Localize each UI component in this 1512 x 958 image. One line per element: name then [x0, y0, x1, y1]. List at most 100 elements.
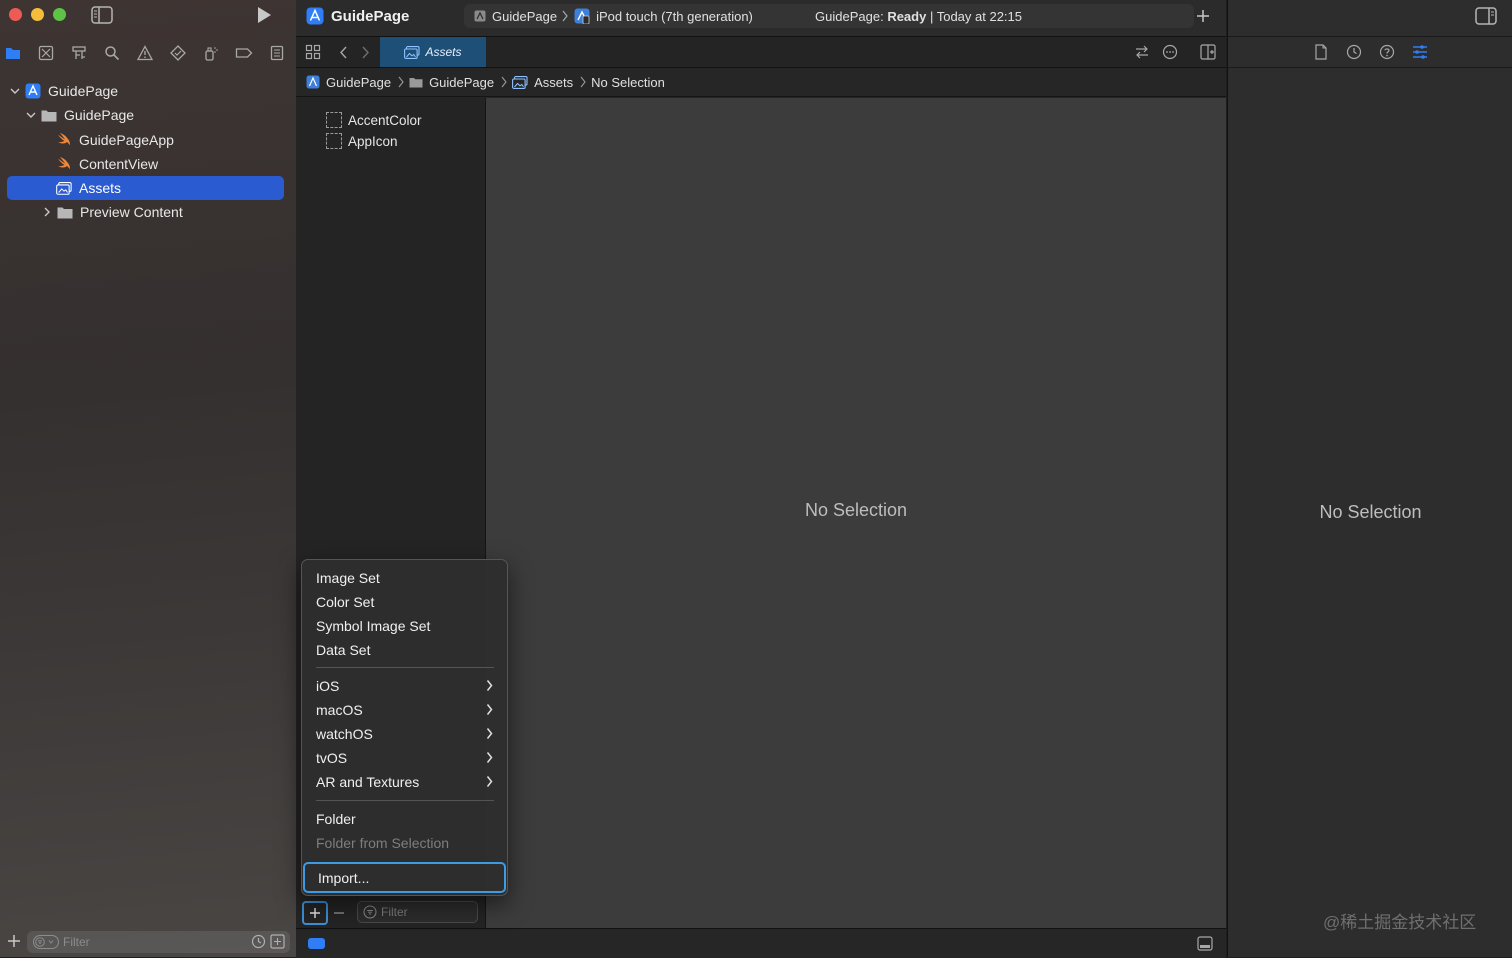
close-window-button[interactable]	[9, 8, 22, 21]
enable-code-review-button[interactable]	[1134, 45, 1150, 59]
breadcrumb-label: GuidePage	[429, 74, 495, 90]
go-back-button[interactable]	[339, 46, 348, 59]
asset-item[interactable]: AccentColor	[326, 110, 422, 130]
asset-label: AppIcon	[348, 133, 398, 149]
source-control-icon	[38, 45, 54, 61]
grid-icon	[305, 44, 321, 60]
window-title: GuidePage	[331, 8, 410, 25]
tree-item-project[interactable]: GuidePage	[9, 79, 118, 103]
asset-detail-pane: No Selection	[486, 98, 1226, 928]
tree-item-file[interactable]: GuidePageApp	[56, 128, 174, 152]
report-navigator-tab[interactable]	[267, 43, 287, 63]
menu-item-data-set[interactable]: Data Set	[302, 638, 507, 662]
asset-filter-field[interactable]: Filter	[357, 901, 478, 923]
menu-item-label: Folder from Selection	[316, 835, 450, 851]
menu-item-ar-and-textures[interactable]: AR and Textures	[302, 770, 507, 794]
menu-item-label: Import...	[318, 869, 370, 886]
document-icon	[1315, 44, 1327, 60]
menu-item-color-set[interactable]: Color Set	[302, 590, 507, 614]
menu-item-folder-from-selection: Folder from Selection	[302, 831, 507, 855]
tree-item-label: GuidePage	[64, 107, 135, 123]
chevron-right-icon	[580, 76, 586, 88]
breadcrumb-item-assets[interactable]: Assets	[512, 75, 573, 90]
split-editor-button[interactable]	[1200, 44, 1216, 60]
editor-options-button[interactable]	[1162, 44, 1178, 60]
asset-item[interactable]: AppIcon	[326, 131, 398, 151]
plus-icon	[8, 935, 20, 947]
menu-item-image-set[interactable]: Image Set	[302, 566, 507, 590]
tree-item-assets[interactable]: Assets	[56, 176, 121, 200]
remove-asset-button[interactable]	[333, 912, 345, 914]
menu-item-macos[interactable]: macOS	[302, 698, 507, 722]
run-destination-selector[interactable]: iPod touch (7th generation)	[596, 9, 753, 24]
tree-item-label: GuidePageApp	[79, 132, 174, 148]
chevron-right-icon[interactable]	[41, 206, 53, 218]
folder-icon	[409, 77, 423, 88]
play-icon	[258, 7, 271, 23]
quick-help-inspector-tab[interactable]	[1379, 44, 1395, 60]
breakpoints-toggle-button[interactable]	[308, 938, 325, 949]
chevron-down-icon[interactable]	[25, 109, 37, 121]
tree-item-file[interactable]: ContentView	[56, 152, 158, 176]
inspector-area: No Selection	[1227, 0, 1512, 957]
test-navigator-tab[interactable]	[168, 43, 188, 63]
asset-placeholder-icon	[326, 112, 342, 128]
no-selection-label: No Selection	[804, 500, 908, 520]
breakpoint-navigator-tab[interactable]	[234, 43, 254, 63]
filter-icon	[363, 905, 377, 919]
sliders-icon	[1413, 45, 1427, 59]
scheme-selector[interactable]: GuidePage	[492, 9, 557, 24]
run-button[interactable]	[256, 6, 272, 24]
menu-item-label: Image Set	[316, 570, 380, 586]
zoom-window-button[interactable]	[53, 8, 66, 21]
history-inspector-tab[interactable]	[1346, 44, 1362, 60]
plus-icon	[310, 908, 320, 918]
debug-navigator-tab[interactable]	[201, 43, 221, 63]
asset-label: AccentColor	[348, 112, 422, 128]
toggle-navigator-button[interactable]	[91, 6, 113, 24]
hierarchy-icon	[72, 46, 86, 59]
add-asset-button[interactable]	[302, 901, 328, 925]
breadcrumb-label: Assets	[534, 74, 574, 90]
file-inspector-tab[interactable]	[1314, 44, 1330, 60]
breadcrumb-item-group[interactable]: GuidePage	[409, 75, 494, 90]
menu-item-watchos[interactable]: watchOS	[302, 722, 507, 746]
add-file-button[interactable]	[7, 934, 21, 948]
menu-item-tvos[interactable]: tvOS	[302, 746, 507, 770]
breadcrumb-item-project[interactable]: GuidePage	[306, 75, 391, 90]
menu-item-folder[interactable]: Folder	[302, 807, 507, 831]
chevron-down-icon[interactable]	[9, 85, 21, 97]
menu-item-label: tvOS	[316, 750, 348, 766]
folder-icon	[57, 204, 73, 220]
source-control-navigator-tab[interactable]	[36, 43, 56, 63]
symbol-navigator-tab[interactable]	[69, 43, 89, 63]
project-navigator-tab[interactable]	[3, 43, 23, 63]
search-icon	[105, 46, 120, 61]
menu-item-label: Folder	[316, 811, 356, 827]
toggle-debug-area-button[interactable]	[1197, 936, 1213, 951]
source-control-filter-icon[interactable]	[270, 934, 285, 949]
menu-item-import[interactable]: Import...	[303, 862, 506, 893]
tab-assets[interactable]: Assets	[380, 37, 486, 67]
attributes-inspector-tab[interactable]	[1412, 44, 1428, 60]
add-tab-button[interactable]	[1196, 9, 1210, 23]
tree-item-group[interactable]: Preview Content	[41, 200, 183, 224]
find-navigator-tab[interactable]	[102, 43, 122, 63]
go-forward-button[interactable]	[361, 46, 370, 59]
tree-item-label: Assets	[79, 180, 122, 196]
recent-files-icon[interactable]	[251, 934, 266, 949]
issue-navigator-tab[interactable]	[135, 43, 155, 63]
minimize-window-button[interactable]	[31, 8, 44, 21]
tree-item-group[interactable]: GuidePage	[25, 103, 134, 127]
related-items-button[interactable]	[305, 44, 321, 60]
toggle-inspector-button[interactable]	[1475, 7, 1497, 25]
status-prefix: GuidePage:	[815, 8, 888, 24]
menu-item-label: Symbol Image Set	[316, 618, 431, 634]
tree-item-label: Preview Content	[80, 204, 183, 220]
breadcrumb-item-selection[interactable]: No Selection	[591, 75, 665, 90]
menu-item-ios[interactable]: iOS	[302, 674, 507, 698]
more-icon	[1162, 44, 1178, 60]
navigator-filter-field[interactable]: Filter	[27, 931, 290, 953]
menu-item-symbol-image-set[interactable]: Symbol Image Set	[302, 614, 507, 638]
swift-file-icon	[56, 132, 72, 148]
